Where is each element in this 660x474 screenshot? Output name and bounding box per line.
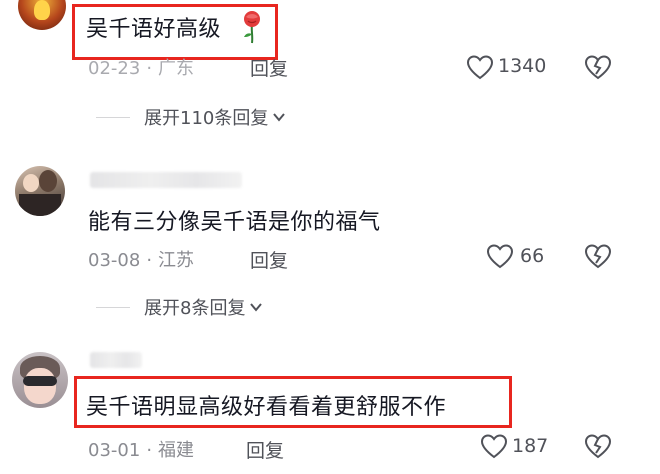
like-count: 1340: [498, 55, 547, 77]
broken-heart-icon[interactable]: [584, 243, 612, 269]
avatar-figure: [19, 194, 61, 216]
comment-text: 能有三分像吴千语是你的福气: [88, 210, 381, 235]
divider: [96, 306, 130, 308]
reply-button[interactable]: 回复: [246, 436, 284, 463]
broken-heart-icon[interactable]: [584, 433, 612, 459]
comment-location: 江苏: [158, 250, 195, 271]
comment-meta: 03-01 · 福建: [88, 440, 195, 461]
username[interactable]: [90, 172, 242, 188]
reply-button[interactable]: 回复: [250, 54, 288, 81]
heart-outline-icon[interactable]: [466, 54, 494, 80]
comment-text: 吴千语好高级: [86, 17, 222, 42]
rose-icon: [244, 11, 260, 44]
comment-date: 03-01: [88, 440, 141, 461]
divider: [96, 116, 130, 118]
avatar-figure: [24, 368, 56, 404]
expand-replies-label: 展开8条回复: [144, 298, 246, 319]
broken-heart-icon[interactable]: [584, 54, 612, 80]
flame-icon: [34, 0, 50, 20]
avatar[interactable]: [12, 352, 68, 408]
comment-meta: 03-08 · 江苏: [88, 250, 195, 271]
avatar-figure: [39, 170, 57, 192]
comment-date: 03-08: [88, 250, 141, 271]
comment-date: 02-23: [88, 58, 141, 79]
like-count: 66: [520, 245, 545, 267]
comment-location: 福建: [158, 440, 195, 461]
comment-location: 广东: [158, 58, 195, 79]
heart-outline-icon[interactable]: [480, 433, 508, 459]
expand-replies-button[interactable]: 展开110条回复: [96, 104, 286, 130]
reply-button[interactable]: 回复: [250, 246, 288, 273]
expand-replies-button[interactable]: 展开8条回复: [96, 294, 263, 320]
expand-replies-label: 展开110条回复: [144, 108, 269, 129]
sunglasses-icon: [23, 376, 57, 386]
chevron-down-icon: [250, 303, 263, 312]
chevron-down-icon: [273, 113, 286, 122]
heart-outline-icon[interactable]: [486, 243, 514, 269]
username[interactable]: [90, 352, 142, 368]
avatar-figure: [23, 174, 39, 192]
comment-meta: 02-23 · 广东: [88, 58, 195, 79]
comment-text: 吴千语明显高级好看看着更舒服不作: [86, 395, 447, 420]
avatar[interactable]: [15, 166, 65, 216]
like-count: 187: [512, 435, 549, 457]
avatar[interactable]: [18, 0, 66, 30]
